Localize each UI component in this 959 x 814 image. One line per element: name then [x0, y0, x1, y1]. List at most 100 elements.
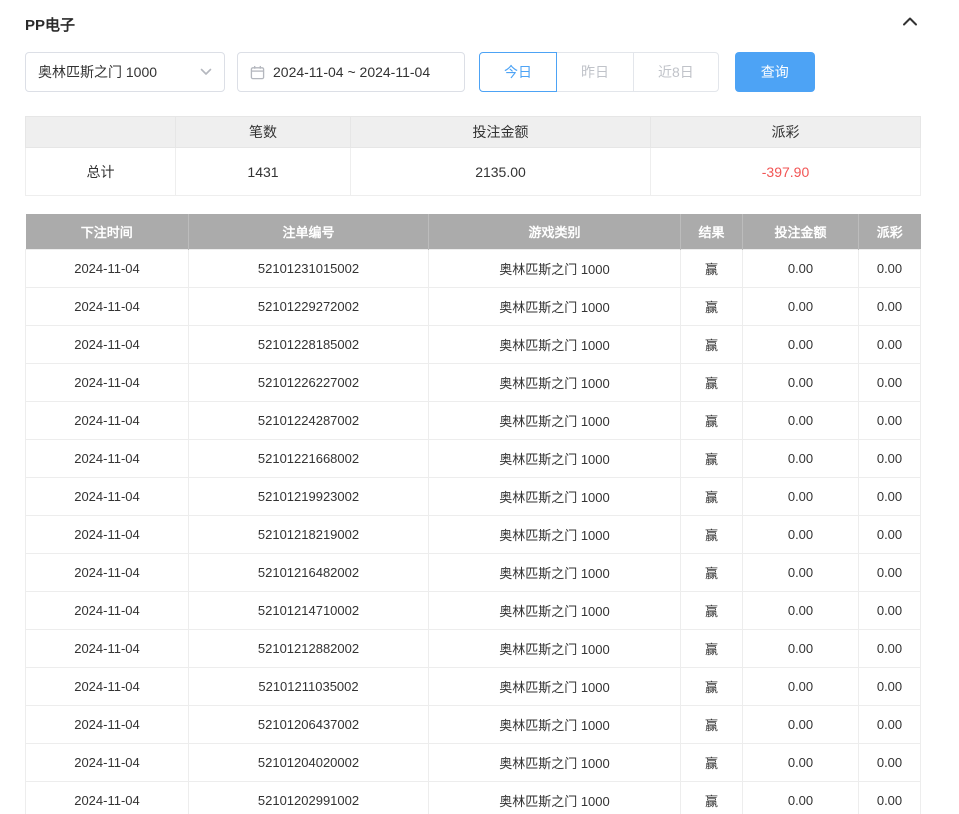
game-category-cell: 奥林匹斯之门 1000 — [429, 401, 681, 439]
game-select[interactable]: 奥林匹斯之门 1000 — [25, 52, 225, 92]
payout-cell: 0.00 — [859, 401, 921, 439]
bet-time-cell: 2024-11-04 — [26, 591, 189, 629]
summary-header-blank — [26, 117, 176, 148]
bet-amount-cell: 0.00 — [743, 705, 859, 743]
col-header-order-number: 注单编号 — [189, 214, 429, 249]
col-header-payout: 派彩 — [859, 214, 921, 249]
summary-total-row: 总计 1431 2135.00 -397.90 — [26, 148, 921, 196]
result-cell: 赢 — [681, 515, 743, 553]
summary-header-count: 笔数 — [176, 117, 351, 148]
bet-amount-cell: 0.00 — [743, 591, 859, 629]
bet-amount-cell: 0.00 — [743, 287, 859, 325]
order-number-cell: 52101212882002 — [189, 629, 429, 667]
result-cell: 赢 — [681, 591, 743, 629]
game-category-cell: 奥林匹斯之门 1000 — [429, 705, 681, 743]
result-cell: 赢 — [681, 781, 743, 814]
col-header-bet-time: 下注时间 — [26, 214, 189, 249]
yesterday-button[interactable]: 昨日 — [556, 52, 634, 92]
payout-cell: 0.00 — [859, 363, 921, 401]
summary-header-payout: 派彩 — [651, 117, 921, 148]
bet-table-header-row: 下注时间 注单编号 游戏类别 结果 投注金额 派彩 — [26, 214, 921, 249]
table-row: 2024-11-0452101221668002奥林匹斯之门 1000赢 0.00… — [26, 439, 921, 477]
bet-time-cell: 2024-11-04 — [26, 439, 189, 477]
pp-dianzi-panel: PP电子 奥林匹斯之门 1000 2024-11-04 ~ 2024-11-04… — [0, 0, 959, 814]
game-category-cell: 奥林匹斯之门 1000 — [429, 287, 681, 325]
summary-count-value: 1431 — [176, 148, 351, 196]
bet-amount-cell: 0.00 — [743, 249, 859, 287]
game-category-cell: 奥林匹斯之门 1000 — [429, 743, 681, 781]
bet-amount-cell: 0.00 — [743, 325, 859, 363]
bet-amount-cell: 0.00 — [743, 401, 859, 439]
bet-time-cell: 2024-11-04 — [26, 401, 189, 439]
game-category-cell: 奥林匹斯之门 1000 — [429, 667, 681, 705]
result-cell: 赢 — [681, 477, 743, 515]
summary-header-row: 笔数 投注金额 派彩 — [26, 117, 921, 148]
search-button[interactable]: 查询 — [735, 52, 815, 92]
today-button[interactable]: 今日 — [479, 52, 557, 92]
bet-time-cell: 2024-11-04 — [26, 781, 189, 814]
table-row: 2024-11-0452101224287002奥林匹斯之门 1000赢0.00… — [26, 401, 921, 439]
game-category-cell: 奥林匹斯之门 1000 — [429, 629, 681, 667]
result-cell: 赢 — [681, 705, 743, 743]
panel-header: PP电子 — [25, 10, 920, 38]
order-number-cell: 52101231015002 — [189, 249, 429, 287]
result-cell: 赢 — [681, 439, 743, 477]
bet-amount-cell: 0.00 — [743, 743, 859, 781]
payout-cell: 0.00 — [859, 515, 921, 553]
filter-bar: 奥林匹斯之门 1000 2024-11-04 ~ 2024-11-04 今日 昨… — [25, 52, 920, 92]
order-number-cell: 52101221668002 — [189, 439, 429, 477]
quick-date-button-group: 今日 昨日 近8日 — [479, 52, 719, 92]
order-number-cell: 52101206437002 — [189, 705, 429, 743]
bet-time-cell: 2024-11-04 — [26, 629, 189, 667]
collapse-button[interactable] — [900, 13, 920, 36]
game-category-cell: 奥林匹斯之门 1000 — [429, 591, 681, 629]
bet-time-cell: 2024-11-04 — [26, 325, 189, 363]
payout-cell: 0.00 — [859, 781, 921, 814]
bet-time-cell: 2024-11-04 — [26, 667, 189, 705]
bet-amount-cell: 0.00 — [743, 781, 859, 814]
bet-time-cell: 2024-11-04 — [26, 515, 189, 553]
bet-time-cell: 2024-11-04 — [26, 477, 189, 515]
order-number-cell: 52101202991002 — [189, 781, 429, 814]
table-row: 2024-11-0452101218219002奥林匹斯之门 1000赢 0.00… — [26, 515, 921, 553]
table-row: 2024-11-0452101211035002奥林匹斯之门 1000赢 0.00… — [26, 667, 921, 705]
result-cell: 赢 — [681, 667, 743, 705]
bet-table-body: 2024-11-0452101231015002奥林匹斯之门 1000赢0.00… — [26, 249, 921, 814]
chevron-up-icon — [902, 15, 918, 34]
game-category-cell: 奥林匹斯之门 1000 — [429, 363, 681, 401]
table-row: 2024-11-0452101206437002奥林匹斯之门 1000赢0.00… — [26, 705, 921, 743]
bet-records-table: 下注时间 注单编号 游戏类别 结果 投注金额 派彩 2024-11-045210… — [25, 214, 921, 814]
result-cell: 赢 — [681, 401, 743, 439]
game-category-cell: 奥林匹斯之门 1000 — [429, 439, 681, 477]
table-row: 2024-11-0452101228185002奥林匹斯之门 1000赢0.00… — [26, 325, 921, 363]
result-cell: 赢 — [681, 325, 743, 363]
order-number-cell: 52101204020002 — [189, 743, 429, 781]
date-range-input[interactable]: 2024-11-04 ~ 2024-11-04 — [237, 52, 465, 92]
last-8-days-button[interactable]: 近8日 — [633, 52, 719, 92]
order-number-cell: 52101219923002 — [189, 477, 429, 515]
payout-cell: 0.00 — [859, 591, 921, 629]
result-cell: 赢 — [681, 249, 743, 287]
result-cell: 赢 — [681, 743, 743, 781]
order-number-cell: 52101224287002 — [189, 401, 429, 439]
payout-cell: 0.00 — [859, 743, 921, 781]
table-row: 2024-11-0452101231015002奥林匹斯之门 1000赢0.00… — [26, 249, 921, 287]
game-category-cell: 奥林匹斯之门 1000 — [429, 477, 681, 515]
game-category-cell: 奥林匹斯之门 1000 — [429, 515, 681, 553]
table-row: 2024-11-0452101216482002奥林匹斯之门 1000赢0.00… — [26, 553, 921, 591]
table-row: 2024-11-0452101229272002奥林匹斯之门 1000赢0.00… — [26, 287, 921, 325]
table-row: 2024-11-0452101212882002奥林匹斯之门 1000赢0.00… — [26, 629, 921, 667]
bet-amount-cell: 0.00 — [743, 477, 859, 515]
order-number-cell: 52101211035002 — [189, 667, 429, 705]
table-row: 2024-11-0452101226227002奥林匹斯之门 1000赢0.00… — [26, 363, 921, 401]
table-row: 2024-11-0452101214710002奥林匹斯之门 1000赢0.00… — [26, 591, 921, 629]
summary-bet-amount-value: 2135.00 — [351, 148, 651, 196]
col-header-result: 结果 — [681, 214, 743, 249]
table-row: 2024-11-0452101202991002奥林匹斯之门 1000赢0.00… — [26, 781, 921, 814]
order-number-cell: 52101218219002 — [189, 515, 429, 553]
bet-amount-cell: 0.00 — [743, 629, 859, 667]
payout-cell: 0.00 — [859, 287, 921, 325]
order-number-cell: 52101229272002 — [189, 287, 429, 325]
payout-cell: 0.00 — [859, 667, 921, 705]
payout-cell: 0.00 — [859, 439, 921, 477]
